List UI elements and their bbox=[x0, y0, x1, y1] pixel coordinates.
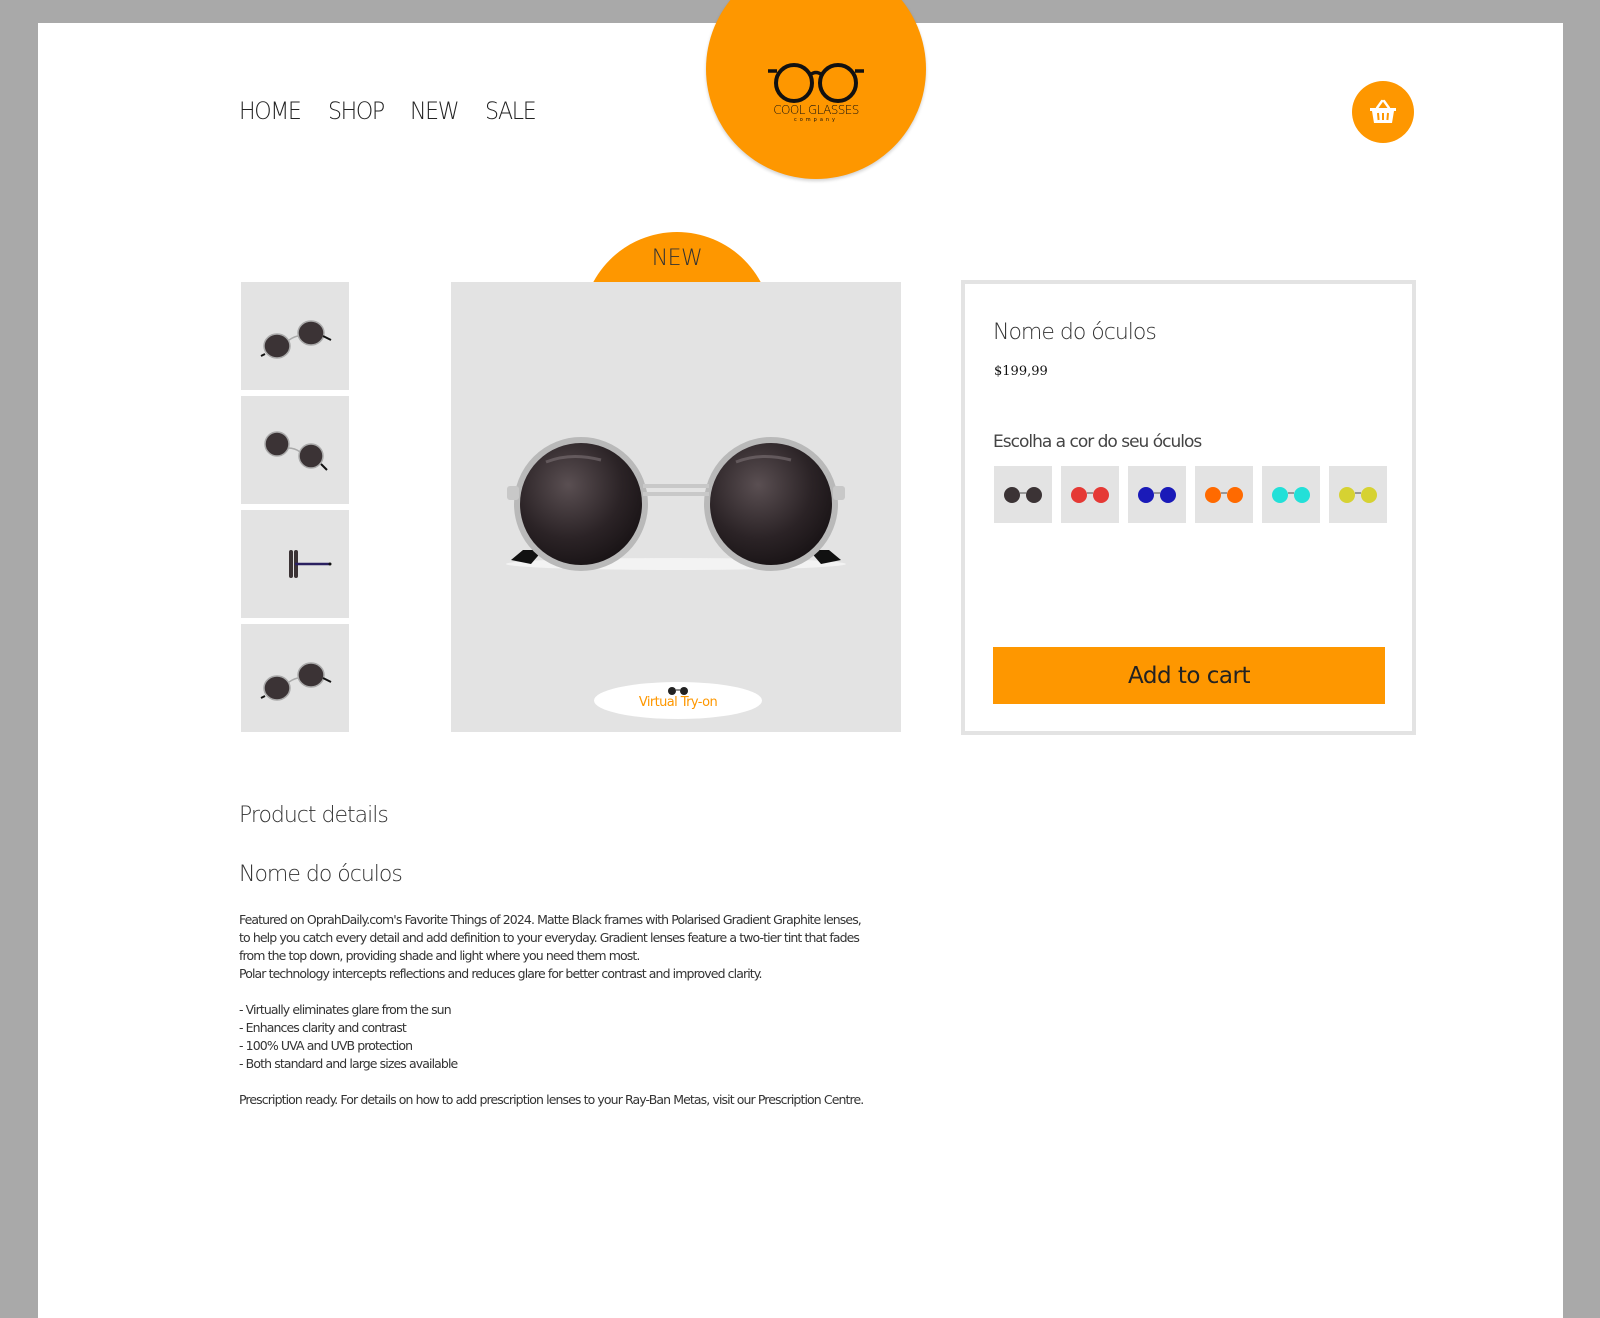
add-to-cart-button[interactable]: Add to cart bbox=[993, 647, 1385, 704]
product-description: Featured on OprahDaily.com's Favorite Th… bbox=[239, 911, 899, 1109]
color-swatch[interactable] bbox=[1329, 466, 1387, 523]
description-line: from the top down, providing shade and l… bbox=[239, 948, 640, 963]
logo-subtitle: company bbox=[793, 117, 839, 123]
sunglasses-thumb-icon bbox=[264, 431, 328, 471]
logo[interactable]: COOL GLASSES company bbox=[706, 0, 926, 179]
details-product-name: Nome do óculos bbox=[239, 862, 403, 887]
nav-new[interactable]: NEW bbox=[410, 97, 460, 125]
sunglasses-color-icon bbox=[1339, 486, 1377, 503]
thumbnail-3[interactable] bbox=[241, 510, 349, 618]
details-heading: Product details bbox=[239, 803, 389, 828]
thumbnail-2[interactable] bbox=[241, 396, 349, 504]
thumbnail-4[interactable] bbox=[241, 624, 349, 732]
color-swatches bbox=[994, 466, 1387, 523]
sunglasses-color-icon bbox=[1205, 486, 1243, 503]
sunglasses-image bbox=[506, 437, 846, 571]
color-swatch[interactable] bbox=[1061, 466, 1119, 523]
feature-bullet: - 100% UVA and UVB protection bbox=[239, 1038, 413, 1053]
glasses-logo-icon bbox=[768, 63, 864, 103]
sunglasses-color-icon bbox=[1138, 486, 1176, 503]
color-swatch[interactable] bbox=[994, 466, 1052, 523]
color-swatch[interactable] bbox=[1128, 466, 1186, 523]
sunglasses-thumb-icon bbox=[260, 662, 332, 701]
prescription-note: Prescription ready. For details on how t… bbox=[239, 1092, 864, 1107]
color-swatch[interactable] bbox=[1195, 466, 1253, 523]
thumbnail-1[interactable] bbox=[241, 282, 349, 390]
feature-bullet: - Both standard and large sizes availabl… bbox=[239, 1056, 458, 1071]
page: HOME SHOP NEW SALE COOL GLASSES company bbox=[38, 0, 1563, 1318]
thumbnail-list bbox=[241, 282, 349, 738]
sunglasses-thumb-icon bbox=[260, 320, 332, 359]
new-badge-label: NEW bbox=[651, 246, 703, 271]
nav-home[interactable]: HOME bbox=[239, 97, 302, 125]
sunglasses-color-icon bbox=[1004, 486, 1042, 503]
description-line: Featured on OprahDaily.com's Favorite Th… bbox=[239, 912, 862, 927]
virtual-tryon-button[interactable]: Virtual Try-on bbox=[594, 682, 762, 719]
nav-sale[interactable]: SALE bbox=[485, 97, 537, 125]
main-nav: HOME SHOP NEW SALE bbox=[239, 97, 539, 125]
virtual-tryon-label: Virtual Try-on bbox=[638, 695, 718, 710]
feature-bullet: - Enhances clarity and contrast bbox=[239, 1020, 407, 1035]
sunglasses-side-icon bbox=[289, 550, 332, 578]
sunglasses-color-icon bbox=[1071, 486, 1109, 503]
feature-bullet: - Virtually eliminates glare from the su… bbox=[239, 1002, 452, 1017]
basket-icon bbox=[1370, 99, 1396, 123]
sunglasses-color-icon bbox=[1272, 486, 1310, 503]
logo-name: COOL GLASSES bbox=[773, 103, 859, 117]
cart-button[interactable] bbox=[1352, 81, 1414, 143]
product-details: Product details Nome do óculos Featured … bbox=[239, 803, 899, 1109]
new-badge: NEW bbox=[582, 232, 772, 282]
color-swatch[interactable] bbox=[1262, 466, 1320, 523]
nav-shop[interactable]: SHOP bbox=[328, 97, 385, 125]
description-line: Polar technology intercepts reflections … bbox=[239, 966, 762, 981]
product-info-panel: Nome do óculos $199,99 Escolha a cor do … bbox=[961, 280, 1416, 735]
product-price: $199,99 bbox=[994, 364, 1048, 379]
product-title: Nome do óculos bbox=[993, 320, 1157, 345]
main-product-image: Virtual Try-on bbox=[451, 282, 901, 732]
color-picker-label: Escolha a cor do seu óculos bbox=[993, 432, 1202, 452]
description-line: to help you catch every detail and add d… bbox=[239, 930, 860, 945]
